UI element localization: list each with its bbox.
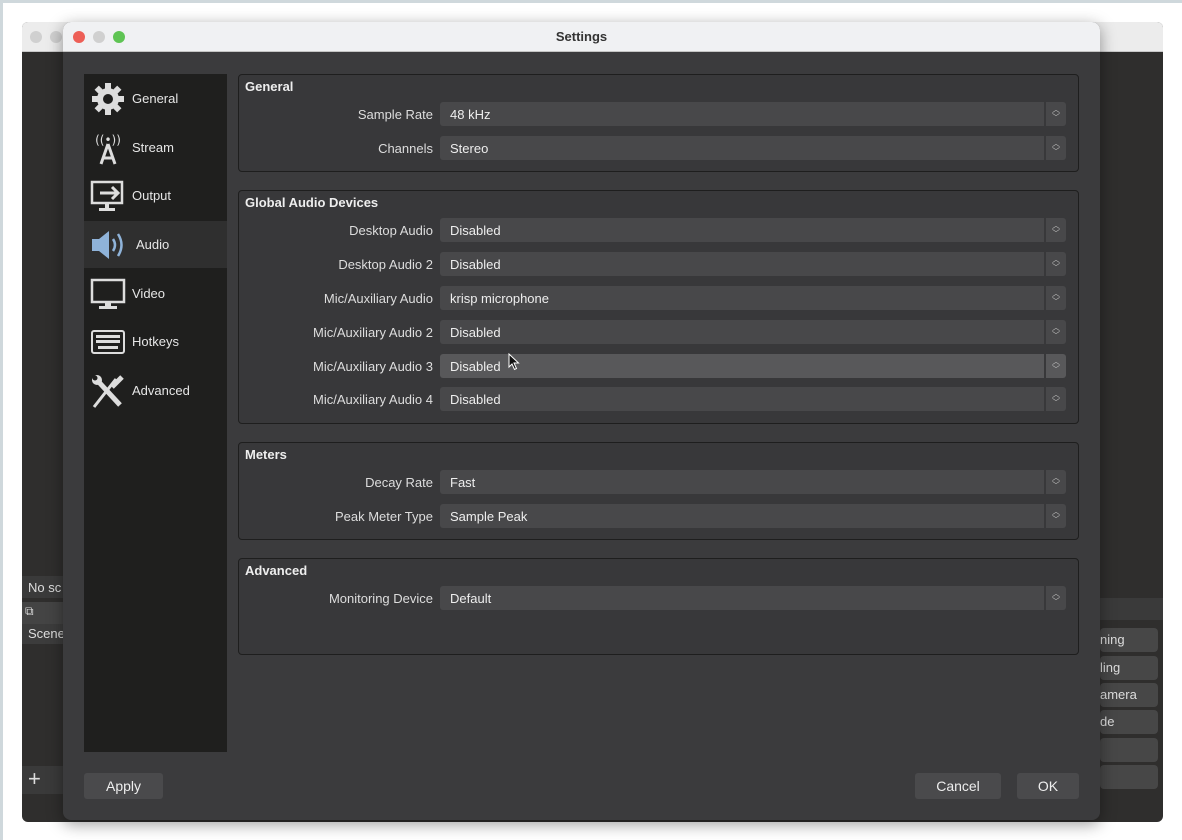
cancel-button[interactable]: Cancel: [915, 773, 1001, 799]
mic-aux-audio-4-row: Mic/Auxiliary Audio 4 Disabled ︿ ﹀: [239, 387, 1080, 411]
group-general: General Sample Rate 48 kHz ︿ ﹀ Channels S…: [238, 74, 1079, 172]
sidebar-item-output[interactable]: Output: [84, 172, 227, 219]
field-label: Desktop Audio: [349, 223, 433, 238]
channels-select[interactable]: Stereo: [440, 136, 1044, 160]
controls-header: [1098, 598, 1163, 620]
group-title: Global Audio Devices: [245, 195, 379, 210]
chevron-updown-icon[interactable]: ︿ ﹀: [1046, 218, 1066, 242]
sidebar-item-advanced[interactable]: Advanced: [84, 367, 227, 414]
channels-row: Channels Stereo ︿ ﹀: [239, 136, 1080, 160]
mic-aux-audio-select[interactable]: krisp microphone: [440, 286, 1044, 310]
decay-rate-select[interactable]: Fast: [440, 470, 1044, 494]
mouse-cursor-icon: [508, 353, 520, 371]
sample-rate-select[interactable]: 48 kHz: [440, 102, 1044, 126]
settings-sidebar: General ((•)) Stream Output Audio Video …: [84, 74, 227, 752]
sidebar-item-label: Output: [132, 188, 172, 203]
sidebar-item-label: General: [132, 91, 179, 106]
sidebar-item-label: Advanced: [132, 383, 190, 398]
chevron-updown-icon[interactable]: ︿ ﹀: [1046, 504, 1066, 528]
minimize-button[interactable]: [93, 31, 105, 43]
antenna-icon: ((•)): [95, 133, 121, 164]
gear-icon: [92, 82, 124, 115]
group-meters: Meters Decay Rate Fast ︿ ﹀ Peak Meter Typ…: [238, 442, 1079, 540]
decay-rate-row: Decay Rate Fast ︿ ﹀: [239, 470, 1080, 494]
sample-rate-row: Sample Rate 48 kHz ︿ ﹀: [239, 102, 1080, 126]
control-button[interactable]: ning: [1100, 628, 1158, 652]
titlebar: Settings: [63, 22, 1100, 52]
chevron-updown-icon[interactable]: ︿ ﹀: [1046, 470, 1066, 494]
control-button[interactable]: [1100, 738, 1158, 762]
sidebar-item-audio[interactable]: Audio: [84, 221, 227, 268]
sidebar-item-video[interactable]: Video: [84, 270, 227, 317]
group-title: Meters: [245, 447, 287, 462]
chevron-updown-icon[interactable]: ︿ ﹀: [1046, 252, 1066, 276]
peak-meter-type-select[interactable]: Sample Peak: [440, 504, 1044, 528]
sidebar-item-label: Audio: [136, 237, 170, 252]
mic-aux-audio-3-select[interactable]: Disabled: [440, 354, 1044, 378]
ok-button[interactable]: OK: [1017, 773, 1079, 799]
field-label: Channels: [378, 141, 433, 156]
chevron-updown-icon[interactable]: ︿ ﹀: [1046, 586, 1066, 610]
control-button[interactable]: amera: [1100, 683, 1158, 707]
group-title: Advanced: [245, 563, 308, 578]
sidebar-item-label: Hotkeys: [132, 334, 179, 349]
control-button[interactable]: ling: [1100, 656, 1158, 680]
tools-icon: [92, 374, 124, 408]
monitor-icon: [90, 278, 126, 309]
chevron-updown-icon[interactable]: ︿ ﹀: [1046, 320, 1066, 344]
field-label: Sample Rate: [357, 107, 433, 122]
monitoring-device-row: Monitoring Device Default ︿ ﹀: [239, 586, 1080, 610]
desktop-audio-2-row: Desktop Audio 2 Disabled ︿ ﹀: [239, 252, 1080, 276]
mic-aux-audio-3-row: Mic/Auxiliary Audio 3 Disabled ︿ ﹀: [239, 354, 1080, 378]
control-button[interactable]: de: [1100, 710, 1158, 734]
chevron-updown-icon[interactable]: ︿ ﹀: [1046, 354, 1066, 378]
sidebar-item-stream[interactable]: ((•)) Stream: [84, 124, 227, 171]
chevron-updown-icon[interactable]: ︿ ﹀: [1046, 286, 1066, 310]
frame-border: [0, 0, 3, 840]
group-global-audio-devices: Global Audio Devices Desktop Audio Disab…: [238, 190, 1079, 424]
chevron-updown-icon[interactable]: ︿ ﹀: [1046, 387, 1066, 411]
group-advanced: Advanced Monitoring Device Default ︿ ﹀: [238, 558, 1079, 655]
field-label: Mic/Auxiliary Audio 3: [313, 359, 433, 374]
bg-close-button[interactable]: [30, 31, 42, 43]
sidebar-item-label: Stream: [132, 140, 174, 155]
speaker-icon: [92, 230, 123, 259]
keyboard-icon: [91, 329, 125, 354]
field-label: Decay Rate: [365, 475, 433, 490]
bg-minimize-button[interactable]: [50, 31, 62, 43]
field-label: Monitoring Device: [328, 591, 433, 606]
field-label: Peak Meter Type: [334, 509, 433, 524]
sidebar-item-general[interactable]: General: [84, 75, 227, 122]
field-label: Mic/Auxiliary Audio 2: [313, 325, 433, 340]
field-label: Mic/Auxiliary Audio 4: [313, 392, 433, 407]
desktop-audio-select[interactable]: Disabled: [440, 218, 1044, 242]
desktop-audio-row: Desktop Audio Disabled ︿ ﹀: [239, 218, 1080, 242]
window-title: Settings: [555, 29, 608, 44]
mic-aux-audio-2-select[interactable]: Disabled: [440, 320, 1044, 344]
group-title: General: [245, 79, 294, 94]
chevron-updown-icon[interactable]: ︿ ﹀: [1046, 136, 1066, 160]
output-icon: [90, 180, 124, 211]
mic-aux-audio-2-row: Mic/Auxiliary Audio 2 Disabled ︿ ﹀: [239, 320, 1080, 344]
settings-dialog: Settings General ((•)) Stream Output Aud…: [63, 22, 1100, 820]
frame-border: [0, 0, 1182, 3]
control-button[interactable]: [1100, 765, 1158, 789]
desktop-audio-2-select[interactable]: Disabled: [440, 252, 1044, 276]
close-button[interactable]: [73, 31, 85, 43]
field-label: Mic/Auxiliary Audio: [323, 291, 433, 306]
field-label: Desktop Audio 2: [338, 257, 433, 272]
sidebar-item-label: Video: [132, 286, 166, 301]
mic-aux-audio-row: Mic/Auxiliary Audio krisp microphone ︿ ﹀: [239, 286, 1080, 310]
monitoring-device-select[interactable]: Default: [440, 586, 1044, 610]
peak-meter-type-row: Peak Meter Type Sample Peak ︿ ﹀: [239, 504, 1080, 528]
sidebar-item-hotkeys[interactable]: Hotkeys: [84, 318, 227, 365]
mic-aux-audio-4-select[interactable]: Disabled: [440, 387, 1044, 411]
chevron-updown-icon[interactable]: ︿ ﹀: [1046, 102, 1066, 126]
apply-button[interactable]: Apply: [84, 773, 163, 799]
zoom-button[interactable]: [113, 31, 125, 43]
